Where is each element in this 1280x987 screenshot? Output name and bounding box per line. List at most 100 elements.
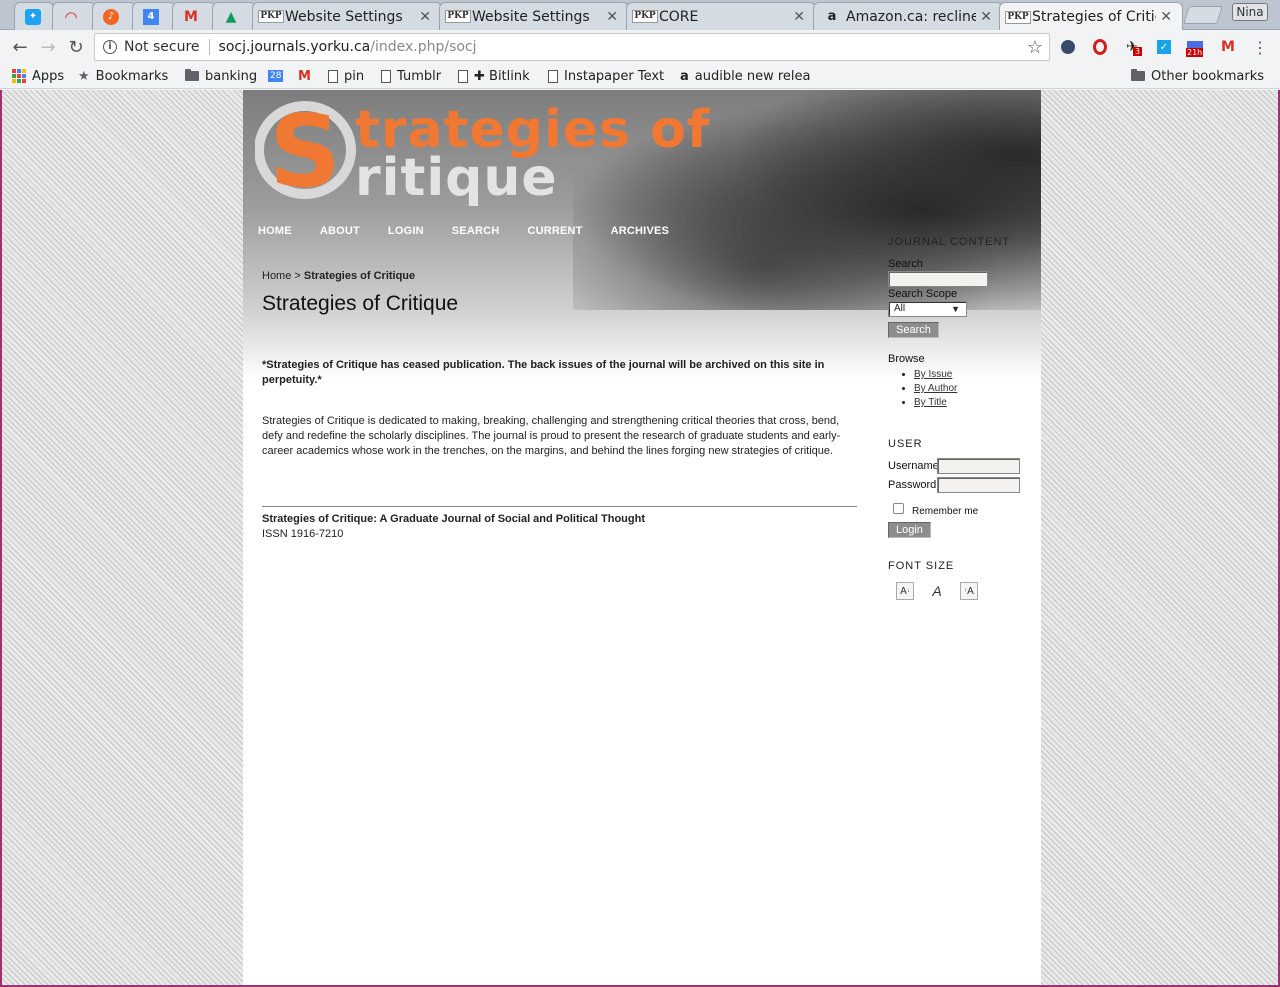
browse-by-title-link[interactable]: By Title <box>914 397 947 408</box>
tab-drive[interactable]: ▲ <box>212 2 256 30</box>
orange-circle-icon: ♪ <box>103 8 119 25</box>
browse-item: By Author <box>914 383 1038 394</box>
bookmark-pin[interactable]: pin <box>328 67 364 85</box>
tab-strip: ✦ ◠ ♪ 4 M ▲ PKP Website Settings ✕ PKP W… <box>0 0 1280 31</box>
badge-count: 3 <box>1133 47 1143 56</box>
search-scope-select[interactable]: All ▼ <box>888 301 967 317</box>
remember-me-label: Remember me <box>912 506 979 517</box>
tab-gmail[interactable]: M <box>172 2 216 30</box>
search-button[interactable]: Search <box>888 322 939 338</box>
browse-block: Browse By Issue By Author By Title <box>888 353 1038 408</box>
lock-extension-icon[interactable] <box>1059 38 1077 56</box>
browse-item: By Title <box>914 397 1038 408</box>
page-icon <box>458 69 468 83</box>
search-label: Search <box>888 258 923 270</box>
nav-home[interactable]: HOME <box>258 225 292 237</box>
main-content: Home > Strategies of Critique Strategies… <box>262 270 857 316</box>
browse-by-author-link[interactable]: By Author <box>914 383 957 394</box>
tab-strategies-of-critique[interactable]: PKP Strategies of Critiq ✕ <box>999 2 1183 31</box>
back-arrow-icon[interactable]: ← <box>9 36 31 58</box>
close-icon[interactable]: ✕ <box>793 9 805 25</box>
reload-icon[interactable]: ↻ <box>65 36 87 58</box>
user-title: USER <box>888 438 923 450</box>
tab-calendar[interactable]: 4 <box>132 2 176 30</box>
pkp-icon: PKP <box>1005 10 1031 24</box>
pkp-icon: PKP <box>258 10 284 23</box>
username-input[interactable] <box>937 458 1020 474</box>
tab-orange[interactable]: ♪ <box>92 2 136 30</box>
close-icon[interactable]: ✕ <box>419 9 431 25</box>
badge-time: 21h <box>1186 48 1204 57</box>
login-button[interactable]: Login <box>888 522 931 538</box>
calendar-extension-icon[interactable]: 21h <box>1186 38 1204 57</box>
nav-login[interactable]: LOGIN <box>388 225 424 237</box>
gmail-extension-icon[interactable]: M <box>1219 38 1237 56</box>
nav-archives[interactable]: ARCHIVES <box>611 225 669 237</box>
password-input[interactable] <box>937 477 1020 493</box>
nav-search[interactable]: SEARCH <box>452 225 500 237</box>
breadcrumb-home[interactable]: Home <box>262 270 291 282</box>
username-row: Username <box>888 458 1038 474</box>
profile-chip[interactable]: Nina <box>1232 3 1268 21</box>
tab-website-settings-1[interactable]: PKP Website Settings ✕ <box>252 2 442 30</box>
bookmark-instapaper[interactable]: Instapaper Text <box>548 67 664 85</box>
folder-icon <box>185 69 199 81</box>
page-icon <box>548 69 558 83</box>
journal-logo[interactable]: S trategies of ritique <box>255 98 709 208</box>
amazon-icon: a <box>827 9 837 24</box>
password-label: Password <box>888 479 937 491</box>
journal-description: Strategies of Critique is dedicated to m… <box>262 415 841 457</box>
bookmark-other[interactable]: Other bookmarks <box>1131 67 1264 85</box>
address-bar[interactable]: i Not secure socj.journals.yorku.ca/inde… <box>94 33 1050 61</box>
tab-website-settings-2[interactable]: PKP Website Settings ✕ <box>439 2 629 30</box>
password-row: Password <box>888 477 1038 493</box>
new-tab-button[interactable] <box>1183 6 1223 24</box>
browse-item: By Issue <box>914 369 1038 380</box>
bookmark-audible[interactable]: a audible new relea <box>680 67 816 85</box>
forward-arrow-icon[interactable]: → <box>37 36 59 58</box>
tab-red-arc[interactable]: ◠ <box>52 2 96 30</box>
breadcrumb: Home > Strategies of Critique <box>262 270 857 282</box>
logo-initial: S <box>269 98 341 208</box>
close-icon[interactable]: ✕ <box>1160 9 1172 25</box>
twitter-icon: ✦ <box>25 8 41 25</box>
bookmark-bitlink[interactable]: ✚ Bitlink <box>458 67 530 85</box>
amazon-icon: a <box>680 68 689 84</box>
bookmark-star-icon[interactable]: ☆ <box>1027 37 1043 58</box>
bookmark-banking[interactable]: banking <box>185 67 257 85</box>
font-larger-icon[interactable]: ↑ A <box>960 582 978 600</box>
font-default-icon[interactable]: A <box>928 582 946 600</box>
username-label: Username <box>888 460 939 472</box>
font-smaller-icon[interactable]: A ↓ <box>896 582 914 600</box>
opera-icon[interactable] <box>1091 38 1109 56</box>
tab-twitter[interactable]: ✦ <box>14 2 54 30</box>
nav-current[interactable]: CURRENT <box>527 225 582 237</box>
check-extension-icon[interactable]: ✓ <box>1155 38 1173 56</box>
bookmark-calendar[interactable]: 28 <box>268 67 284 85</box>
airplane-extension-icon[interactable]: ✈ 3 <box>1123 38 1143 56</box>
bookmark-tumblr[interactable]: Tumblr <box>381 67 441 85</box>
info-icon[interactable]: i <box>103 40 117 54</box>
dropdown-arrow-icon: ▼ <box>951 304 960 314</box>
tab-core[interactable]: PKP CORE ✕ <box>626 2 816 30</box>
close-icon[interactable]: ✕ <box>980 9 992 25</box>
page-icon <box>381 69 391 83</box>
ceased-publication-notice: *Strategies of Critique has ceased publi… <box>262 359 825 386</box>
bookmark-gmail[interactable]: M <box>298 67 311 85</box>
menu-dots-icon[interactable]: ⋮ <box>1251 38 1269 57</box>
bookmark-apps[interactable]: Apps <box>12 67 64 85</box>
footer-issn: ISSN 1916-7210 <box>262 528 344 540</box>
bookmark-bookmarks[interactable]: ★ Bookmarks <box>78 67 168 85</box>
browse-by-issue-link[interactable]: By Issue <box>914 369 952 380</box>
search-scope-label: Search Scope <box>888 288 958 300</box>
close-icon[interactable]: ✕ <box>606 9 618 25</box>
tab-amazon[interactable]: a Amazon.ca: recline ✕ <box>813 2 1003 30</box>
folder-icon <box>1131 69 1145 81</box>
pkp-icon: PKP <box>632 10 658 23</box>
footer-divider <box>262 506 857 507</box>
page-background: S trategies of ritique HOME ABOUT LOGIN … <box>0 90 1280 987</box>
breadcrumb-current[interactable]: Strategies of Critique <box>304 270 415 282</box>
nav-about[interactable]: ABOUT <box>320 225 360 237</box>
search-input[interactable] <box>888 271 988 287</box>
remember-me-checkbox[interactable] <box>893 503 904 514</box>
